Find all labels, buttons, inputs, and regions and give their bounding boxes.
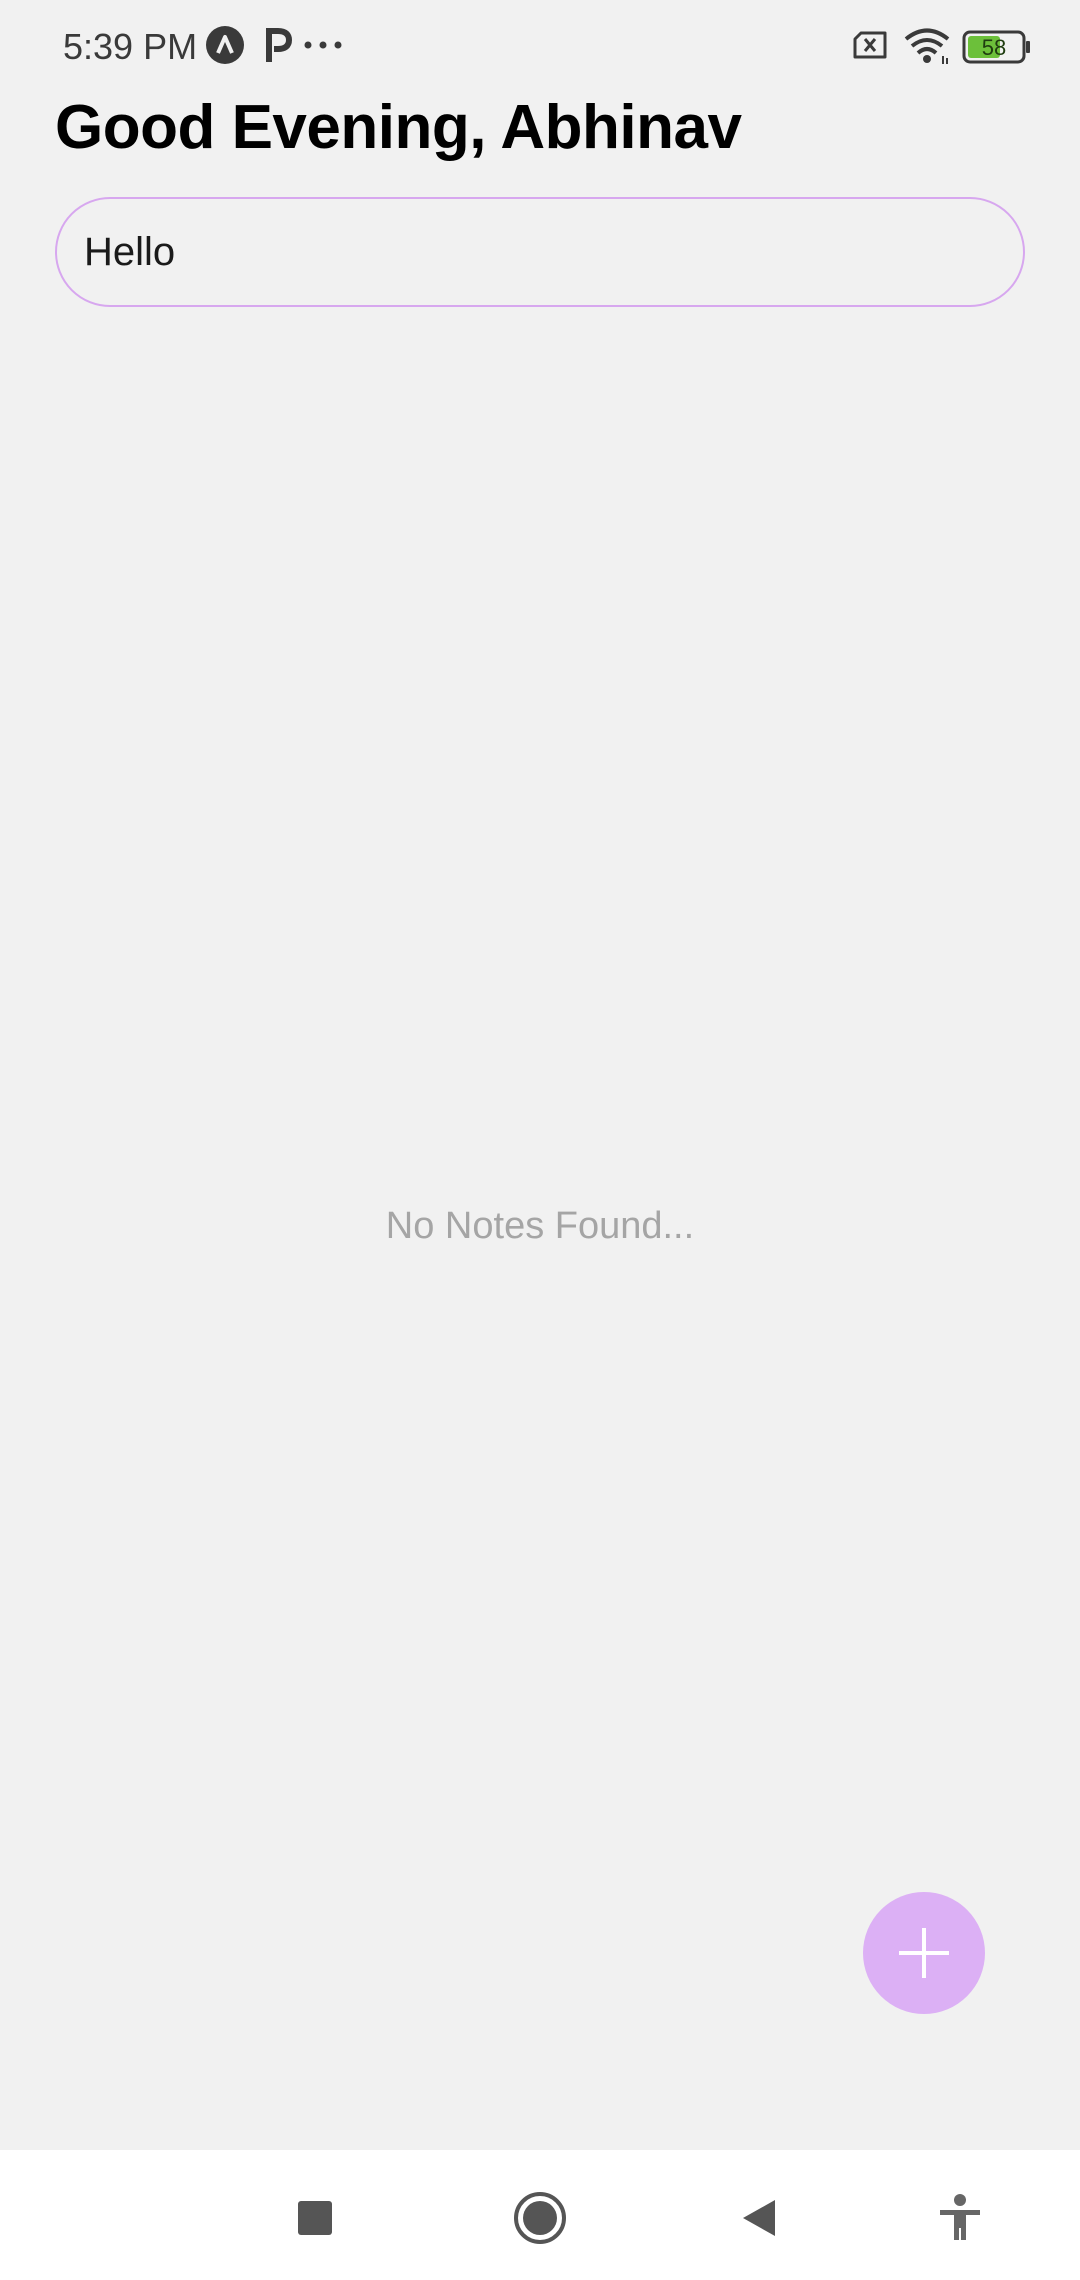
search-field[interactable] (55, 197, 1025, 307)
no-sim-icon (852, 26, 892, 64)
back-button[interactable] (730, 2188, 790, 2248)
app-p-icon (262, 26, 293, 64)
status-time: 5:39 PM (63, 26, 198, 67)
accessibility-icon (940, 2194, 980, 2240)
status-bar: 5:39 PM 58 (0, 0, 1080, 90)
recents-square-icon (298, 2201, 332, 2235)
battery-icon: 58 (962, 30, 1032, 64)
greeting-title: Good Evening, Abhinav (55, 93, 742, 162)
navigation-bar (0, 2150, 1080, 2280)
search-input[interactable] (84, 199, 984, 305)
recents-button[interactable] (285, 2188, 345, 2248)
home-button[interactable] (510, 2188, 570, 2248)
home-circle-icon (514, 2192, 566, 2244)
empty-state-message: No Notes Found... (385, 1205, 695, 1247)
battery-level-text: 58 (982, 35, 1006, 60)
accessibility-button[interactable] (930, 2188, 990, 2248)
wifi-icon (903, 26, 951, 66)
app-a-icon (206, 26, 244, 64)
add-note-button[interactable] (863, 1892, 985, 2014)
more-dots-icon (303, 26, 343, 64)
plus-icon (899, 1928, 949, 1978)
back-triangle-icon (743, 2200, 775, 2236)
